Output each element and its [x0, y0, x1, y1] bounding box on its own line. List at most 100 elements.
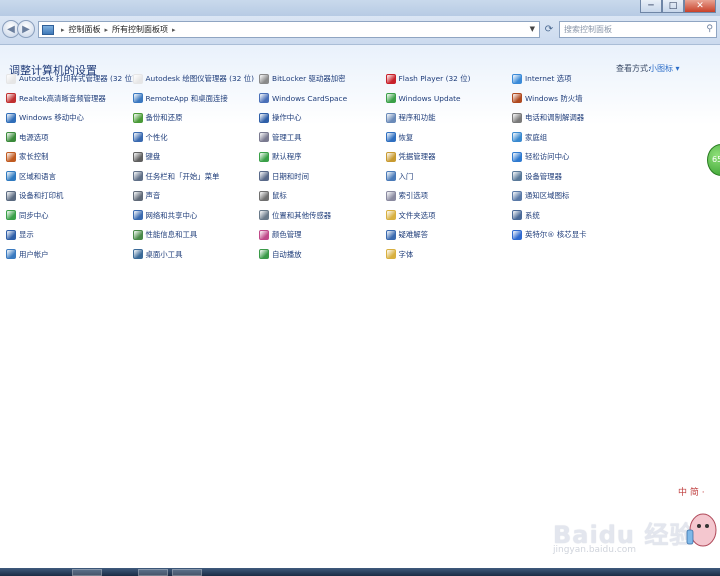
taskbar-button[interactable]	[138, 569, 168, 576]
close-button[interactable]: ✕	[684, 0, 716, 13]
control-panel-item-label: 通知区域图标	[525, 191, 570, 201]
taskbar-button[interactable]	[72, 569, 102, 576]
control-panel-item[interactable]: 家庭组	[512, 132, 639, 143]
control-panel-items: Autodesk 打印样式管理器 (32 位) Autodesk 绘图仪管理器 (…	[6, 69, 706, 264]
control-panel-item-label: 自动播放	[272, 249, 302, 259]
control-panel-item-icon	[259, 249, 269, 260]
control-panel-item[interactable]: 桌面小工具	[132, 249, 260, 260]
item-row: 家长控制 键盘 默认程序 凭据管理器 轻松访问中心	[6, 147, 706, 167]
control-panel-item-label: 默认程序	[272, 152, 302, 162]
control-panel-item[interactable]: 文件夹选项	[385, 210, 513, 221]
breadcrumb-item[interactable]: 控制面板	[69, 24, 101, 35]
item-row: 电源选项 个性化 管理工具 恢复 家庭组	[6, 128, 706, 148]
control-panel-item[interactable]: 同步中心	[6, 210, 133, 221]
control-panel-item[interactable]: Realtek高清晰音频管理器	[6, 93, 133, 104]
control-panel-item-icon	[385, 210, 396, 221]
control-panel-item[interactable]: 英特尔® 核芯显卡	[512, 229, 639, 240]
control-panel-item-label: 同步中心	[19, 210, 49, 220]
control-panel-item[interactable]: 任务栏和「开始」菜单	[132, 171, 260, 182]
control-panel-item-label: 疑难解答	[398, 230, 429, 240]
control-panel-item[interactable]: 自动播放	[259, 249, 386, 260]
control-panel-item[interactable]: 电话和调制解调器	[512, 112, 639, 123]
control-panel-item[interactable]: 电源选项	[6, 132, 133, 143]
control-panel-item[interactable]: 索引选项	[385, 190, 513, 201]
control-panel-item[interactable]: 日期和时间	[259, 171, 386, 182]
control-panel-item-icon	[132, 93, 143, 104]
control-panel-item-icon	[512, 112, 522, 123]
control-panel-item[interactable]: 疑难解答	[385, 229, 513, 240]
control-panel-item-icon	[132, 171, 143, 182]
address-bar[interactable]: ▸ 控制面板 ▸ 所有控制面板项 ▸ ▼	[38, 21, 540, 38]
control-panel-item-label: RemoteApp 和桌面连接	[145, 93, 228, 103]
control-panel-item[interactable]: 通知区域图标	[512, 190, 639, 201]
control-panel-item-label: 字体	[398, 249, 414, 259]
control-panel-item-label: 键盘	[145, 152, 161, 162]
control-panel-item[interactable]: 键盘	[132, 151, 260, 162]
control-panel-item[interactable]: 备份和还原	[132, 112, 260, 123]
control-panel-item[interactable]: 颜色管理	[259, 229, 386, 240]
control-panel-item[interactable]: 系统	[512, 210, 639, 221]
control-panel-item[interactable]: 默认程序	[259, 151, 386, 162]
control-panel-item[interactable]: 设备管理器	[512, 171, 639, 182]
control-panel-item[interactable]: Autodesk 打印样式管理器 (32 位)	[6, 73, 133, 84]
taskbar	[0, 568, 720, 576]
control-panel-item[interactable]: 性能信息和工具	[132, 229, 260, 240]
control-panel-item[interactable]: 入门	[385, 171, 513, 182]
control-panel-item[interactable]: 位置和其他传感器	[259, 210, 386, 221]
control-panel-item[interactable]: 字体	[385, 249, 513, 260]
control-panel-item[interactable]: 用户帐户	[6, 249, 133, 260]
control-panel-item[interactable]: 操作中心	[259, 112, 386, 123]
control-panel-item-icon	[6, 229, 16, 240]
control-panel-item-label: 文件夹选项	[398, 210, 436, 220]
control-panel-item-label: 网络和共享中心	[145, 210, 198, 220]
refresh-icon[interactable]: ⟳	[542, 23, 556, 37]
control-panel-item[interactable]: Flash Player (32 位)	[385, 73, 513, 84]
control-panel-item[interactable]: BitLocker 驱动器加密	[259, 73, 386, 84]
control-panel-item[interactable]: 鼠标	[259, 190, 386, 201]
control-panel-item-label: 位置和其他传感器	[272, 210, 332, 220]
control-panel-item[interactable]: 显示	[6, 229, 133, 240]
control-panel-item-icon	[132, 132, 143, 143]
control-panel-item-label: 索引选项	[398, 191, 429, 201]
control-panel-item[interactable]: Autodesk 绘图仪管理器 (32 位)	[132, 73, 260, 84]
control-panel-item-icon	[6, 171, 16, 182]
control-panel-item[interactable]: 设备和打印机	[6, 190, 133, 201]
control-panel-item-label: 凭据管理器	[398, 152, 436, 162]
control-panel-item[interactable]: 管理工具	[259, 132, 386, 143]
control-panel-item[interactable]: Windows 防火墙	[512, 93, 639, 104]
control-panel-item[interactable]: 恢复	[385, 132, 513, 143]
control-panel-item-icon	[512, 190, 522, 201]
chevron-down-icon[interactable]: ▼	[530, 22, 535, 37]
control-panel-item-label: 电话和调制解调器	[525, 113, 585, 123]
item-row: 用户帐户 桌面小工具 自动播放 字体	[6, 245, 706, 265]
control-panel-item-icon	[6, 132, 16, 143]
control-panel-item[interactable]: RemoteApp 和桌面连接	[132, 93, 260, 104]
minimize-button[interactable]: ─	[640, 0, 662, 13]
breadcrumb-item[interactable]: 所有控制面板项	[112, 24, 168, 35]
maximize-button[interactable]: □	[662, 0, 684, 13]
control-panel-item-icon	[132, 210, 143, 221]
control-panel-item-label: 鼠标	[272, 191, 287, 201]
navigation-bar: ◀ ▶ ▸ 控制面板 ▸ 所有控制面板项 ▸ ▼ ⟳ 搜索控制面板 ⚲	[0, 16, 720, 45]
item-row: 设备和打印机 声音 鼠标 索引选项 通知区域图标	[6, 186, 706, 206]
forward-button[interactable]: ▶	[17, 20, 35, 38]
control-panel-item[interactable]: 轻松访问中心	[512, 151, 639, 162]
control-panel-item-icon	[259, 112, 269, 123]
control-panel-item[interactable]: 凭据管理器	[385, 151, 513, 162]
taskbar-button[interactable]	[172, 569, 202, 576]
control-panel-item[interactable]: 家长控制	[6, 151, 133, 162]
control-panel-item-icon	[385, 151, 396, 162]
control-panel-item[interactable]: 个性化	[132, 132, 260, 143]
control-panel-item-icon	[259, 229, 269, 240]
control-panel-item[interactable]: 区域和语言	[6, 171, 133, 182]
control-panel-item[interactable]: 声音	[132, 190, 260, 201]
control-panel-item[interactable]: Windows CardSpace	[259, 93, 386, 104]
control-panel-item[interactable]: Internet 选项	[512, 73, 639, 84]
control-panel-item[interactable]: Windows Update	[385, 93, 513, 104]
item-row: 同步中心 网络和共享中心 位置和其他传感器 文件夹选项 系统	[6, 206, 706, 226]
control-panel-item[interactable]: 网络和共享中心	[132, 210, 260, 221]
control-panel-item[interactable]: 程序和功能	[385, 112, 513, 123]
search-input[interactable]: 搜索控制面板 ⚲	[559, 21, 717, 38]
control-panel-item-label: 家庭组	[525, 132, 548, 142]
control-panel-item[interactable]: Windows 移动中心	[6, 112, 133, 123]
